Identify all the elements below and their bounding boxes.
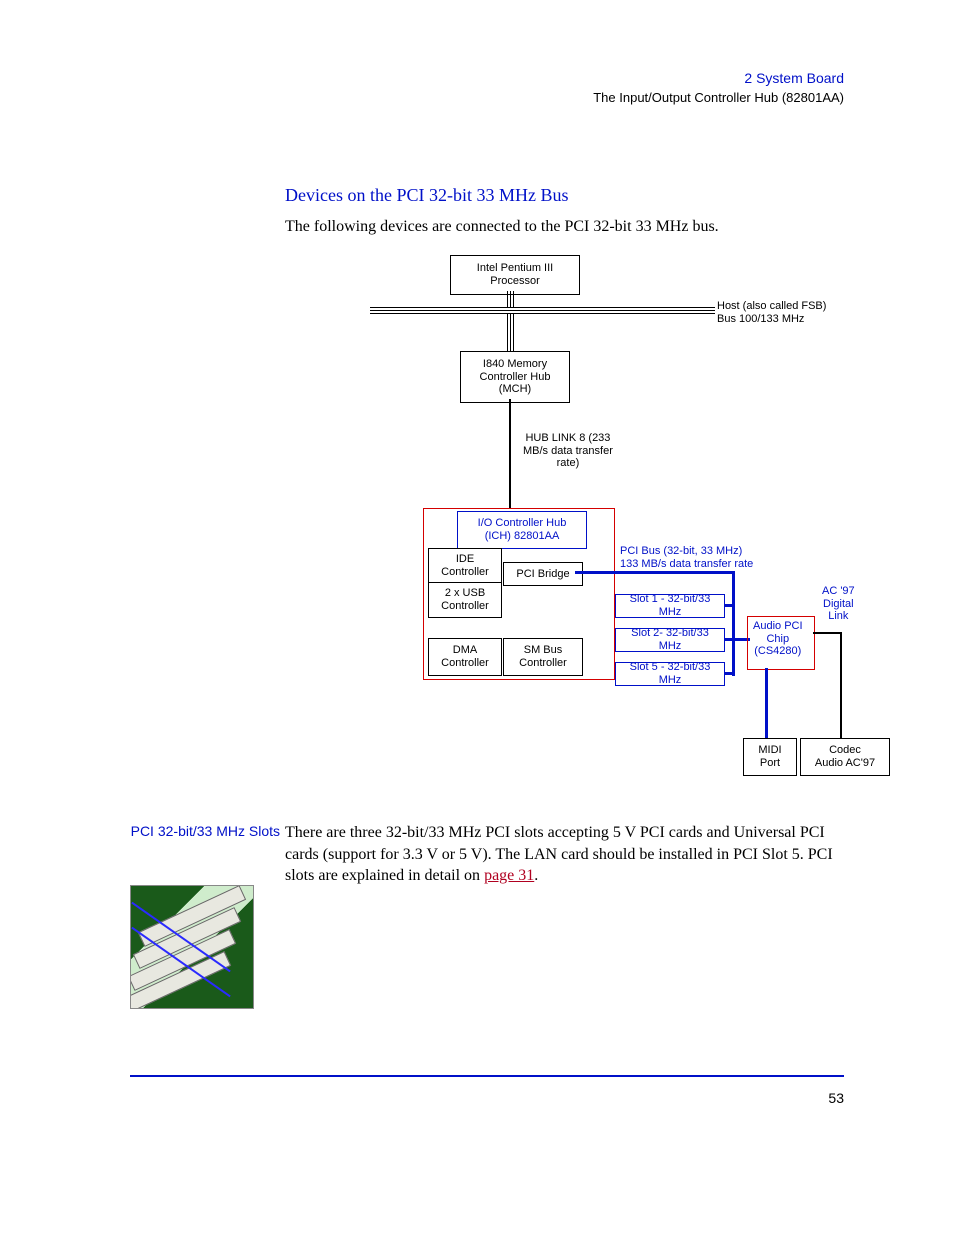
body-text-before: There are three 32-bit/33 MHz PCI slots … — [285, 824, 833, 884]
pci-slots-image — [130, 885, 254, 1009]
ide-box: IDEController — [428, 548, 502, 584]
intro-text: The following devices are connected to t… — [285, 218, 719, 236]
ich-box: I/O Controller Hub(ICH) 82801AA — [457, 511, 587, 549]
page-number: 53 — [828, 1090, 844, 1106]
codec-box: CodecAudio AC'97 — [800, 738, 890, 776]
pci-bridge-box: PCI Bridge — [503, 562, 583, 586]
hublink-label: HUB LINK 8 (233MB/s data transferrate) — [523, 432, 613, 470]
host-bus-label: Host (also called FSB)Bus 100/133 MHz — [717, 300, 826, 325]
dma-box: DMAController — [428, 638, 502, 676]
slot5-box: Slot 5 - 32-bit/33 MHz — [615, 662, 725, 686]
cpu-box: Intel Pentium IIIProcessor — [450, 255, 580, 295]
smbus-box: SM BusController — [503, 638, 583, 676]
body-text-after: . — [534, 867, 538, 884]
pci-bus-label: PCI Bus (32-bit, 33 MHz)133 MB/s data tr… — [620, 545, 753, 570]
page-link[interactable]: page 31 — [484, 867, 534, 884]
slot1-box: Slot 1 - 32-bit/33 MHz — [615, 594, 725, 618]
audio-chip-label: Audio PCIChip(CS4280) — [753, 620, 803, 658]
slot2-box: Slot 2- 32-bit/33 MHz — [615, 628, 725, 652]
header-subtitle: The Input/Output Controller Hub (82801AA… — [593, 90, 844, 105]
mch-box: I840 MemoryController Hub(MCH) — [460, 351, 570, 403]
ac97-link-label: AC '97DigitalLink — [822, 585, 855, 623]
side-heading: PCI 32-bit/33 MHz Slots — [130, 823, 280, 839]
chapter-label: 2 System Board — [593, 70, 844, 86]
footer-rule — [130, 1075, 844, 1077]
body-paragraph: There are three 32-bit/33 MHz PCI slots … — [285, 822, 845, 887]
block-diagram: Intel Pentium IIIProcessor Host (also ca… — [285, 250, 865, 790]
midi-box: MIDIPort — [743, 738, 797, 776]
section-title: Devices on the PCI 32-bit 33 MHz Bus — [285, 185, 568, 206]
usb-box: 2 x USBController — [428, 582, 502, 618]
